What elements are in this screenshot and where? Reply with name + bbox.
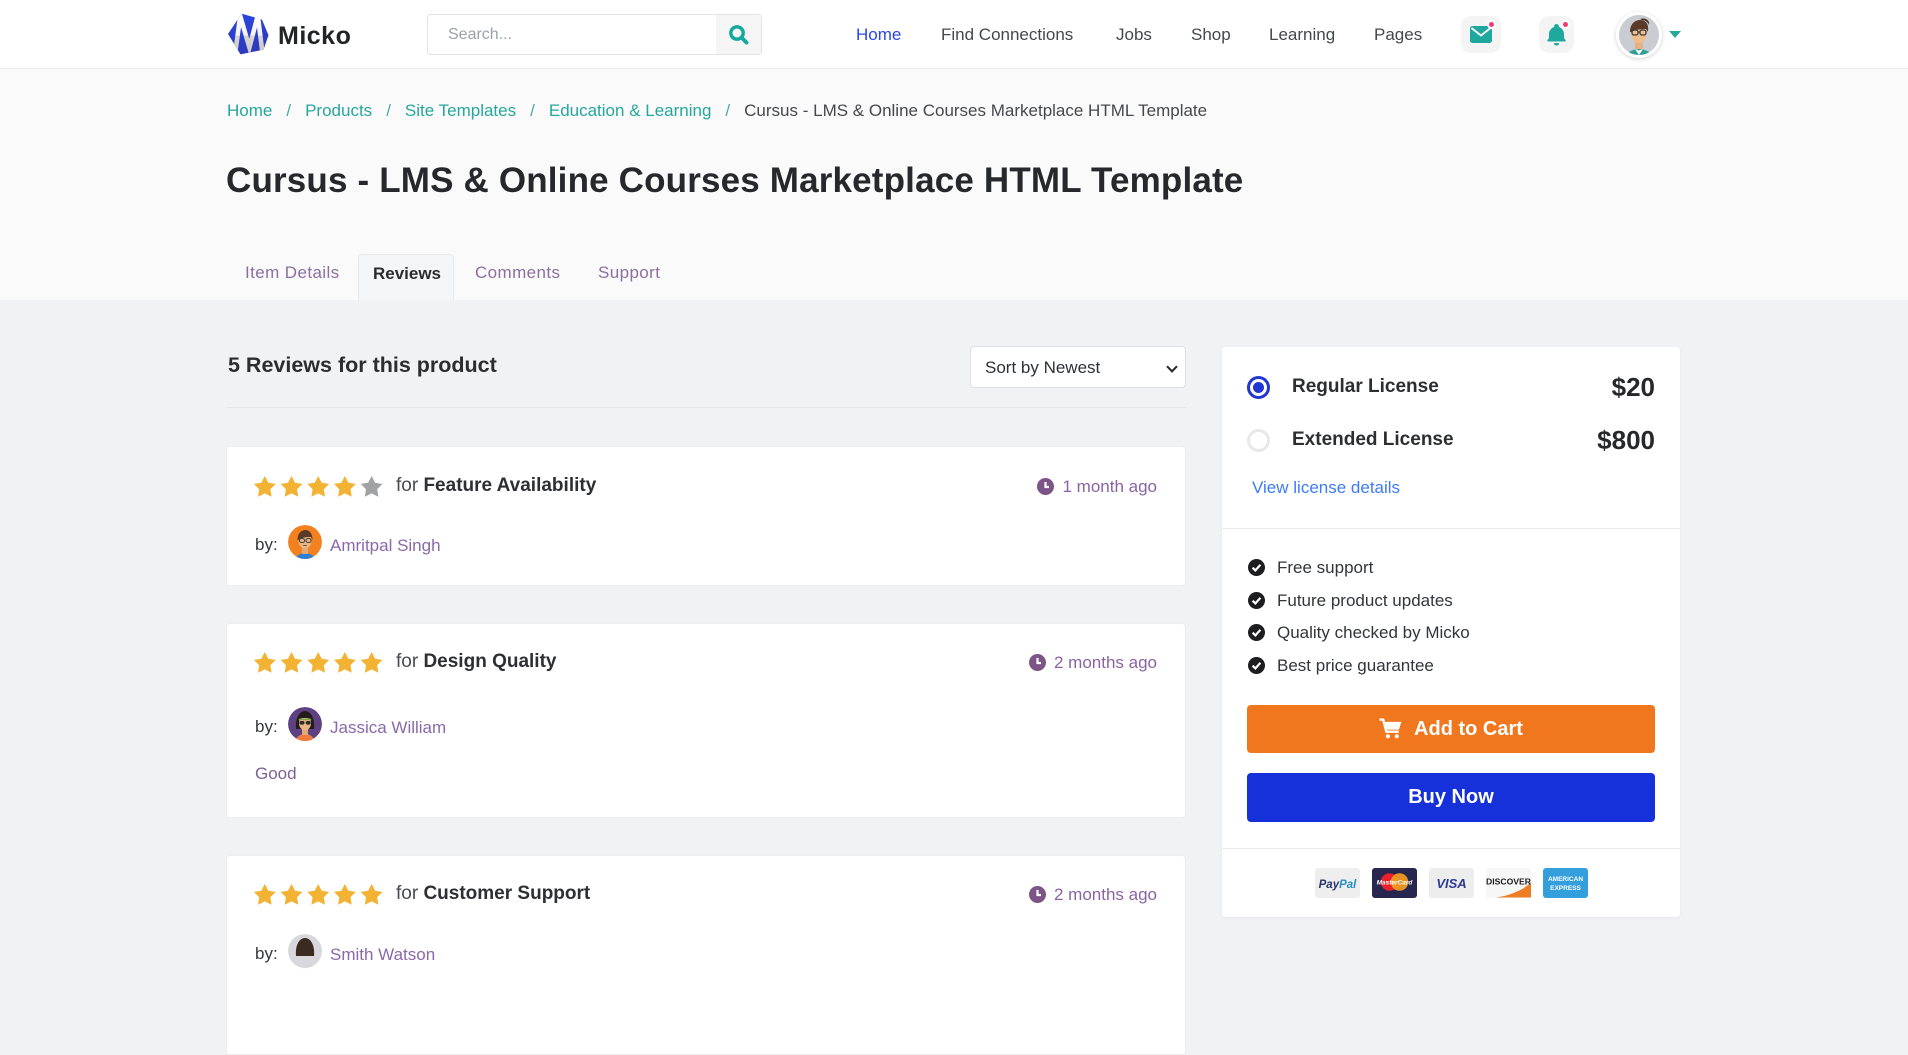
svg-text:MasterCard: MasterCard — [1376, 880, 1413, 887]
svg-text:VISA: VISA — [1436, 876, 1466, 891]
svg-text:DISCOVER: DISCOVER — [1486, 877, 1531, 887]
svg-text:EXPRESS: EXPRESS — [1550, 885, 1581, 892]
svg-text:AMERICAN: AMERICAN — [1547, 876, 1582, 883]
svg-text:PayPal: PayPal — [1318, 879, 1357, 891]
